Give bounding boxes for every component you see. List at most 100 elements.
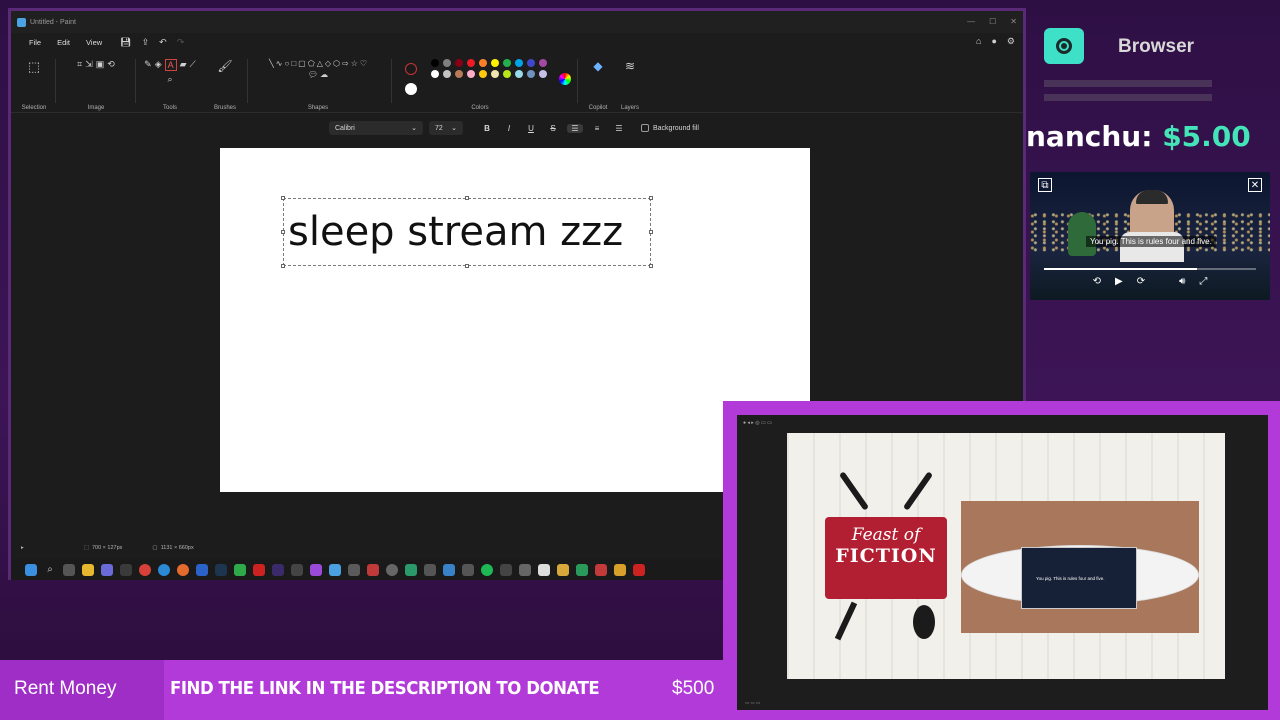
search-icon[interactable]: ⌕	[44, 564, 56, 576]
resize-handle[interactable]	[281, 264, 285, 268]
color-swatch[interactable]	[503, 59, 511, 67]
color-swatch[interactable]	[491, 70, 499, 78]
photoshop-icon[interactable]	[215, 563, 227, 576]
resize-handle[interactable]	[465, 264, 469, 268]
text-box[interactable]: sleep stream zzz	[281, 196, 653, 268]
color-swatch[interactable]	[443, 59, 451, 67]
save-icon[interactable]: 💾︎	[120, 37, 131, 48]
resize-handle[interactable]	[281, 230, 285, 234]
strikethrough-button[interactable]: S	[545, 124, 561, 133]
app-green-icon[interactable]	[234, 563, 246, 576]
color-swatch[interactable]	[503, 70, 511, 78]
callout-shape-icon[interactable]: 💬︎	[308, 70, 318, 79]
copilot-icon[interactable]: ◆	[593, 59, 602, 73]
capcut-icon[interactable]	[291, 563, 303, 576]
app-icon[interactable]	[633, 563, 645, 576]
drawing-canvas[interactable]: sleep stream zzz	[220, 148, 810, 492]
color-swatch[interactable]	[443, 70, 451, 78]
file-explorer-icon[interactable]	[82, 563, 94, 576]
volume-icon[interactable]: 🔊︎	[1179, 276, 1185, 294]
secondary-color-swatch[interactable]	[405, 83, 417, 95]
font-size-select[interactable]: 72 ⌄	[429, 121, 463, 135]
rounded-rect-shape-icon[interactable]: ▢	[298, 59, 306, 68]
minimize-icon[interactable]: —	[967, 17, 975, 26]
pencil-icon[interactable]: ✎	[144, 59, 152, 71]
menu-edit[interactable]: Edit	[49, 38, 78, 47]
resize-handle[interactable]	[649, 196, 653, 200]
share-menu-icon[interactable]: ⌂	[976, 36, 981, 47]
curve-shape-icon[interactable]: ∿	[276, 59, 283, 68]
color-swatch[interactable]	[431, 59, 439, 67]
color-swatch[interactable]	[467, 59, 475, 67]
picture-in-picture-player[interactable]: ⧉ ✕ You pig. This is rules four and five…	[1030, 172, 1270, 300]
app-icon[interactable]	[405, 563, 417, 576]
undo-icon[interactable]: ↶	[159, 37, 167, 48]
fullscreen-icon[interactable]: ⤢	[1199, 276, 1207, 294]
color-swatch[interactable]	[539, 70, 547, 78]
edit-colors-icon[interactable]	[559, 73, 571, 85]
color-swatch[interactable]	[455, 70, 463, 78]
primary-color-swatch[interactable]	[405, 63, 417, 75]
app-icon[interactable]	[443, 563, 455, 576]
resize-handle[interactable]	[281, 196, 285, 200]
select-rect-icon[interactable]: ⬚	[28, 59, 40, 75]
app-icon[interactable]	[424, 563, 436, 576]
star-shape-icon[interactable]: ☆	[351, 59, 358, 68]
resize-handle[interactable]	[649, 264, 653, 268]
video-progress-bar[interactable]	[1044, 268, 1256, 270]
start-icon[interactable]	[25, 563, 37, 576]
image-select-icon[interactable]: ▣	[96, 59, 105, 70]
line-shape-icon[interactable]: ╲	[269, 59, 274, 68]
color-swatch[interactable]	[479, 70, 487, 78]
close-icon[interactable]: ✕	[1248, 178, 1262, 192]
close-icon[interactable]: ✕	[1010, 17, 1017, 26]
rect-shape-icon[interactable]: □	[291, 59, 296, 68]
underline-button[interactable]: U	[523, 124, 539, 133]
play-icon[interactable]: ▶	[1115, 276, 1123, 294]
app-icon[interactable]	[519, 563, 531, 576]
app-icon[interactable]	[500, 563, 512, 576]
vscode-icon[interactable]	[196, 563, 208, 576]
color-swatch[interactable]	[491, 59, 499, 67]
align-left-icon[interactable]: ☰	[567, 123, 583, 133]
forward-icon[interactable]: ⟳	[1137, 276, 1145, 294]
app-icon[interactable]	[538, 563, 550, 576]
color-swatch[interactable]	[539, 59, 547, 67]
cloud-shape-icon[interactable]: ☁	[320, 70, 328, 79]
color-swatch[interactable]	[527, 59, 535, 67]
app-icon[interactable]	[576, 563, 588, 576]
share-icon[interactable]: ⇪	[142, 37, 150, 48]
heart-shape-icon[interactable]: ♡	[360, 59, 367, 68]
chrome-icon[interactable]	[386, 563, 398, 576]
settings-icon[interactable]: ⚙	[1007, 36, 1015, 47]
bold-button[interactable]: B	[479, 124, 495, 133]
copilot-taskbar-icon[interactable]	[101, 563, 113, 576]
color-swatch[interactable]	[455, 59, 463, 67]
polygon-shape-icon[interactable]: ⬠	[308, 59, 315, 68]
crop-icon[interactable]: ⌗	[77, 59, 82, 70]
eraser-icon[interactable]: ▰	[180, 59, 187, 71]
paint-taskbar-icon[interactable]	[310, 563, 322, 576]
resize-handle[interactable]	[649, 230, 653, 234]
firefox-icon[interactable]	[177, 563, 189, 576]
color-swatch[interactable]	[467, 70, 475, 78]
app-icon[interactable]	[367, 563, 379, 576]
hexagon-shape-icon[interactable]: ⬡	[333, 59, 340, 68]
align-center-icon[interactable]: ≡	[589, 124, 605, 133]
menu-view[interactable]: View	[78, 38, 110, 47]
italic-button[interactable]: I	[501, 124, 517, 133]
vivaldi-icon[interactable]	[139, 563, 151, 576]
text-tool-icon[interactable]: A	[164, 59, 177, 71]
app-icon[interactable]	[462, 563, 474, 576]
photos-icon[interactable]	[329, 563, 341, 576]
app-red-icon[interactable]	[253, 563, 265, 576]
font-family-select[interactable]: Calibri ⌄	[329, 121, 423, 135]
resize-icon[interactable]: ⇲	[85, 59, 93, 70]
after-effects-icon[interactable]	[272, 563, 284, 576]
fill-icon[interactable]: ◈	[155, 59, 162, 71]
rewind-icon[interactable]: ⟲	[1093, 276, 1101, 294]
arrow-right-shape-icon[interactable]: ⇨	[342, 59, 349, 68]
diamond-shape-icon[interactable]: ◇	[325, 59, 331, 68]
color-swatch[interactable]	[431, 70, 439, 78]
maximize-icon[interactable]: ☐	[989, 17, 996, 26]
